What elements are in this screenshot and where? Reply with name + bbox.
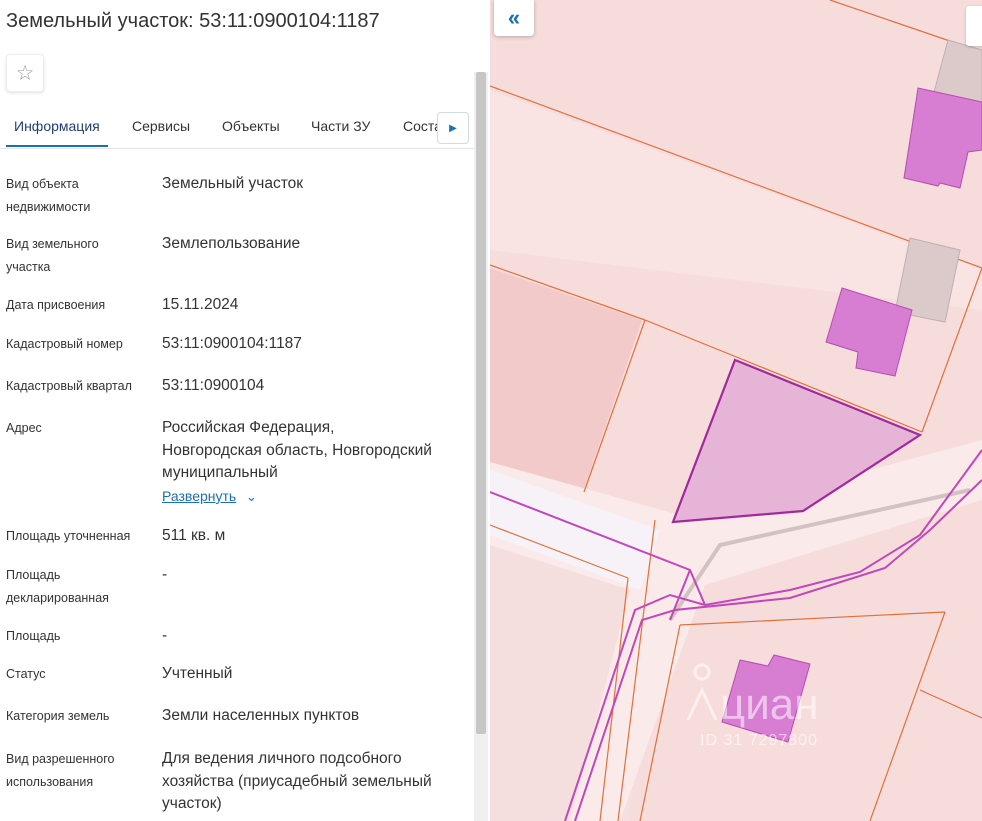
address-expand-link[interactable]: Развернуть: [162, 488, 236, 504]
info-label: Площадь: [6, 629, 61, 643]
info-value: 511 кв. м: [162, 527, 226, 544]
star-outline-icon: ☆: [15, 61, 35, 85]
double-chevron-left-icon: «: [507, 5, 521, 30]
watermark-id: ID 31 7297800: [700, 732, 818, 749]
info-label: Адрес: [6, 421, 42, 435]
collapse-panel-button[interactable]: «: [494, 0, 534, 36]
triangle-right-icon: ▶: [449, 122, 457, 134]
tab-objects[interactable]: Объекты: [222, 118, 280, 134]
chevron-down-icon[interactable]: ⌄: [246, 489, 257, 505]
tabs-next-button[interactable]: ▶: [437, 112, 469, 144]
favorite-button[interactable]: ☆: [6, 54, 44, 92]
info-panel: Земельный участок: 53:11:0900104:1187 ☆ …: [0, 0, 490, 821]
panel-scrollbar[interactable]: [474, 72, 488, 821]
info-label: Вид объекта недвижимости: [6, 177, 91, 214]
info-value: Земли населенных пунктов: [162, 707, 360, 724]
active-tab-indicator: [6, 145, 108, 147]
info-label: Площадь уточненная: [6, 529, 131, 543]
info-value: -: [162, 566, 168, 583]
map-control[interactable]: [966, 6, 982, 46]
info-value: Землепользование: [162, 235, 301, 252]
info-value: Земельный участок: [162, 175, 304, 192]
page-title: Земельный участок: 53:11:0900104:1187: [6, 10, 380, 32]
info-label: Кадастровый номер: [6, 337, 123, 351]
info-label: Площадь декларированная: [6, 568, 109, 605]
info-label: Категория земель: [6, 709, 110, 723]
cadastral-map[interactable]: циан ID 31 7297800: [490, 0, 982, 821]
info-label: Кадастровый квартал: [6, 379, 132, 393]
info-value: -: [162, 627, 168, 644]
info-value: 53:11:0900104:1187: [162, 335, 302, 352]
info-value: Учтенный: [162, 665, 233, 682]
tab-bar: Информация Сервисы Объекты Части ЗУ Сост…: [0, 112, 474, 149]
watermark-text: циан: [720, 680, 819, 729]
tab-services[interactable]: Сервисы: [132, 118, 190, 134]
info-label: Вид земельного участка: [6, 237, 99, 274]
info-label: Дата присвоения: [6, 298, 106, 312]
info-value: Для ведения личного подсобного хозяйства…: [162, 750, 432, 812]
info-value: Российская Федерация, Новгородская облас…: [162, 419, 432, 481]
info-value: 53:11:0900104: [162, 377, 265, 394]
scrollbar-thumb[interactable]: [476, 72, 486, 734]
info-label: Статус: [6, 667, 46, 681]
info-label: Вид разрешенного использования: [6, 752, 115, 789]
tab-information[interactable]: Информация: [14, 118, 100, 134]
tab-parts[interactable]: Части ЗУ: [311, 118, 370, 134]
info-value: 15.11.2024: [162, 296, 239, 313]
